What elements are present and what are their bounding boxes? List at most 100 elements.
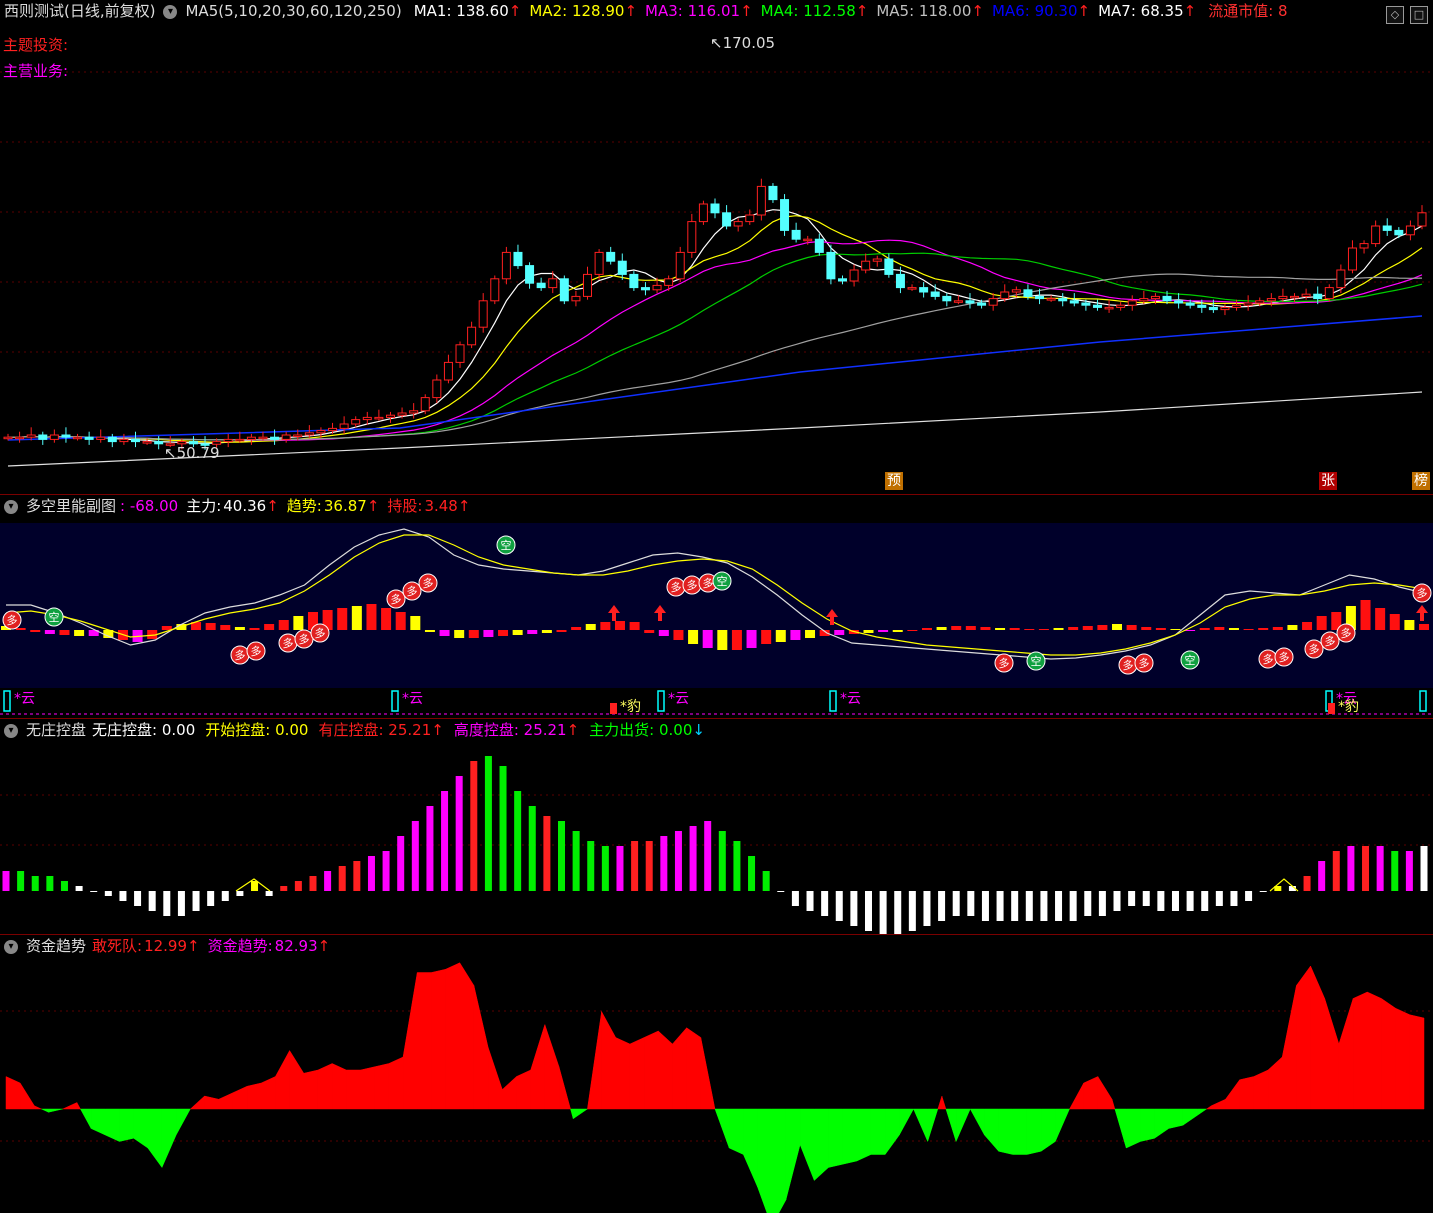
ma-line: [8, 252, 1423, 441]
control-bar: [952, 891, 960, 916]
fund-area: [1168, 1108, 1184, 1129]
energy-bar: [381, 608, 392, 630]
energy-bar: [234, 627, 245, 630]
control-bar: [514, 791, 522, 891]
control-bar: [1201, 891, 1209, 911]
candle-body: [1000, 291, 1010, 300]
window-control-square-icon[interactable]: □: [1410, 6, 1428, 24]
fund-area: [76, 1102, 81, 1110]
candlestick-chart[interactable]: [0, 0, 1433, 494]
control-bar-chart[interactable]: [0, 719, 1433, 934]
candle-body: [745, 214, 755, 223]
candle-body: [107, 436, 117, 443]
main-business-label: 主营业务:: [3, 62, 69, 80]
control-bar: [90, 891, 98, 892]
control-bar: [265, 891, 273, 896]
fund-area: [1281, 985, 1297, 1110]
candle-body: [1255, 300, 1265, 304]
ma-label: MA4:: [760, 2, 804, 20]
candle-body: [1139, 298, 1149, 302]
ma-line: [8, 215, 1423, 443]
candle-body: [1266, 298, 1276, 302]
hold-label: 持股:: [387, 497, 423, 515]
fund-trend-pane[interactable]: ▾ 资金趋势 敢死队: 12.99↑ 资金趋势: 82.93↑: [0, 935, 1433, 1213]
duokong-val1: : -68.00: [120, 497, 179, 515]
energy-bar: [658, 630, 669, 636]
fund-area: [388, 1056, 404, 1110]
fund-area: [346, 1069, 361, 1110]
kong-signal-text: 空: [1031, 654, 1042, 668]
bang-badge[interactable]: 榜: [1412, 472, 1430, 490]
energy-bar: [965, 626, 976, 630]
candle-body: [791, 229, 801, 240]
ma-legend-item: MA2: 128.90↑: [529, 2, 638, 20]
fund-area: [1083, 1076, 1099, 1110]
candle-body: [988, 298, 998, 306]
fund-trend-chart[interactable]: [0, 935, 1433, 1213]
control-bar: [119, 891, 127, 901]
control-bar: [1171, 891, 1179, 911]
control-bar: [367, 856, 375, 891]
energy-bar: [614, 621, 625, 630]
ma-params[interactable]: MA5(5,10,20,30,60,120,250): [185, 2, 401, 20]
energy-bar: [995, 628, 1006, 630]
indicator-dropdown-icon[interactable]: ▾: [163, 4, 178, 19]
fund-area: [1381, 998, 1396, 1110]
energy-bar: [337, 608, 348, 630]
indicator-dropdown-icon[interactable]: ▾: [4, 939, 18, 954]
control-bar: [2, 871, 10, 891]
fund-area: [1409, 1014, 1425, 1110]
control-bar: [762, 871, 770, 891]
trend-label: 趋势:: [286, 497, 322, 515]
energy-bar: [439, 630, 450, 636]
fund-area: [1225, 1078, 1240, 1110]
control-bar: [441, 791, 449, 891]
energy-bar: [936, 627, 947, 630]
control-bar: [1113, 891, 1121, 911]
fund-area: [828, 1108, 843, 1168]
bao-label: *豹: [620, 699, 641, 715]
indicator-dropdown-icon[interactable]: ▾: [4, 723, 18, 738]
duokong-title[interactable]: 多空里能副图: [26, 497, 116, 515]
zhang-badge[interactable]: 张: [1319, 472, 1337, 490]
energy-bar: [1375, 608, 1386, 630]
energy-bar: [1243, 629, 1254, 630]
fund-area: [175, 1108, 191, 1136]
fund-area: [799, 1108, 815, 1181]
fund-area: [41, 1108, 49, 1113]
control-bar: [324, 871, 332, 891]
low-price-label: ↖50.79: [164, 444, 220, 462]
indicator-dropdown-icon[interactable]: ▾: [4, 499, 18, 514]
main-price-pane[interactable]: 西则测试(日线,前复权) ▾ MA5(5,10,20,30,60,120,250) M…: [0, 0, 1433, 495]
pre-badge[interactable]: 预: [885, 472, 903, 490]
control-bar: [616, 846, 624, 891]
fund-area: [955, 1108, 971, 1142]
window-control-diamond-icon[interactable]: ◇: [1386, 6, 1404, 24]
fund-area: [1310, 965, 1325, 1110]
energy-bar: [834, 630, 845, 635]
fund-trend-title[interactable]: 资金趋势: [26, 937, 86, 955]
candle-body: [733, 221, 743, 227]
energy-bar: [351, 606, 362, 630]
control-pane[interactable]: ▾ 无庄控盘 无庄控盘: 0.00 开始控盘: 0.00 有庄控盘: 25.21↑ 高度控…: [0, 719, 1433, 935]
fund-area: [1367, 991, 1382, 1110]
control-legend-item: 无庄控盘: 0.00: [92, 721, 196, 739]
duo-signal-text: 多: [1417, 586, 1428, 600]
duokong-pane[interactable]: 多多多多多多多多多多多多多多多多多多多多多空空空空空 *云 *云 *云 *云 *云 *豹 *豹…: [0, 495, 1433, 719]
fund-area: [1253, 1069, 1269, 1110]
candle-body: [1081, 302, 1091, 306]
fund-area: [260, 1076, 276, 1110]
fund-area: [459, 961, 475, 1110]
energy-bar: [1316, 616, 1327, 630]
control-bar: [163, 891, 171, 916]
fund-area: [105, 1108, 120, 1142]
control-bar: [718, 831, 726, 891]
candle-body: [1243, 302, 1253, 306]
duokong-chart[interactable]: 多多 多多多多多多多多多多多多多多多多多多多空空空空 空*云 *云 *云 *云 *云*豹 *豹: [0, 495, 1433, 718]
ma-label: MA6:: [991, 2, 1035, 20]
control-bar: [1362, 846, 1370, 891]
duokong-bg: [0, 523, 1433, 688]
energy-bar: [541, 630, 552, 633]
control-title[interactable]: 无庄控盘: [26, 721, 86, 739]
control-bar: [908, 891, 916, 931]
